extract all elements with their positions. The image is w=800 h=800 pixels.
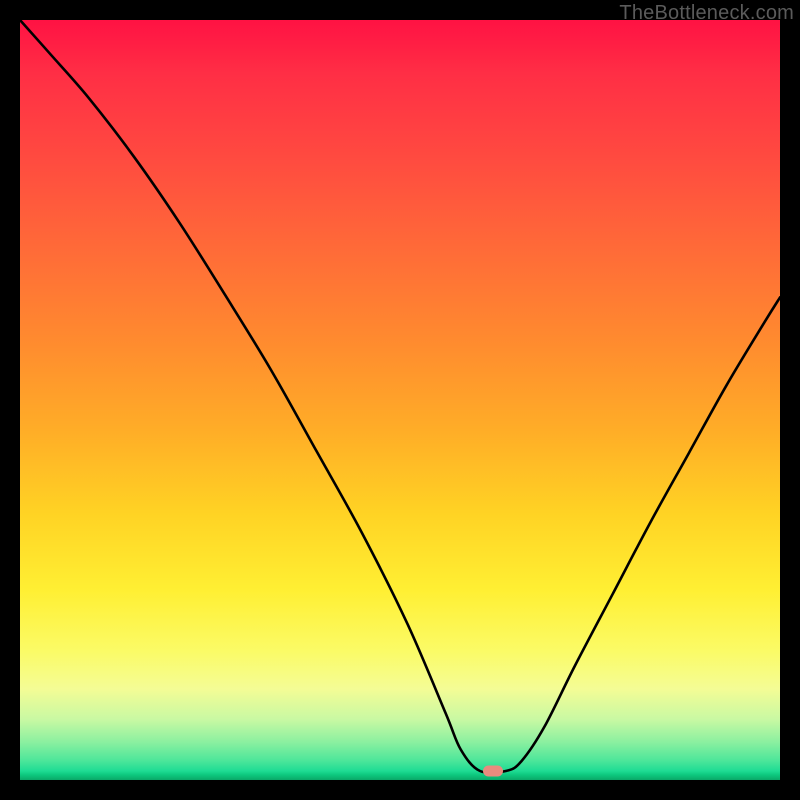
- chart-frame: TheBottleneck.com: [0, 0, 800, 800]
- optimal-point-marker: [483, 765, 503, 776]
- plot-area: [20, 20, 780, 780]
- bottleneck-curve: [20, 20, 780, 780]
